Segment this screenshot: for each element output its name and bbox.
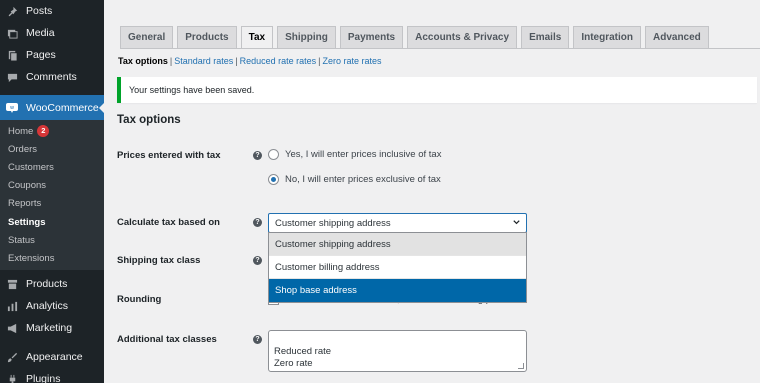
submenu-item-status[interactable]: Status [8,233,35,247]
field-label-calculate-based-on: Calculate tax based on [117,217,220,228]
menu-label: Appearance [26,351,83,363]
option-customer-shipping-address[interactable]: Customer shipping address [269,233,526,256]
menu-item-products[interactable]: Products [0,273,104,295]
bar-chart-icon [6,300,18,312]
svg-text:w: w [10,105,14,111]
radio-button[interactable] [268,149,279,160]
submenu-label: Home [8,125,34,137]
radio-label: No, I will enter prices exclusive of tax [285,174,441,185]
tab-shipping[interactable]: Shipping [277,26,336,48]
help-icon[interactable]: ? [253,151,262,160]
submenu-item-extensions[interactable]: Extensions [8,251,54,265]
menu-label: Marketing [26,322,73,334]
settings-main: General Products Tax Shipping Payments A… [104,0,760,383]
plugin-icon [6,373,18,383]
subnav-separator: | [318,56,321,66]
subnav-link-standard-rates[interactable]: Standard rates [174,56,233,66]
brush-icon [6,351,18,363]
tab-payments[interactable]: Payments [339,26,404,48]
subnav-separator: | [169,56,173,66]
field-label-prices-entered: Prices entered with tax [117,150,221,161]
menu-label: Products [26,278,68,290]
subnav-current: Tax options [118,56,168,66]
woo-icon: w [6,102,18,114]
woocommerce-submenu: Home 2 Orders Customers Coupons Reports … [0,120,104,270]
submenu-item-reports[interactable]: Reports [8,196,41,210]
menu-item-marketing[interactable]: Marketing [0,317,104,339]
menu-label: Media [26,27,55,39]
media-icon [6,27,18,39]
menu-item-pages[interactable]: Pages [0,44,104,66]
pin-icon [6,5,18,17]
tab-tax[interactable]: Tax [240,26,274,48]
field-label-rounding: Rounding [117,294,162,305]
additional-tax-classes-textarea[interactable]: Reduced rate Zero rate [268,330,527,372]
tab-accounts-privacy[interactable]: Accounts & Privacy [407,26,518,48]
textarea-value: Reduced rate Zero rate [274,346,332,369]
tab-general[interactable]: General [120,26,174,48]
option-customer-billing-address[interactable]: Customer billing address [269,256,526,279]
menu-label: Comments [26,71,77,83]
tab-products[interactable]: Products [177,26,237,48]
submenu-item-customers[interactable]: Customers [8,160,54,174]
resize-handle-icon[interactable] [518,363,524,369]
calculate-based-on-dropdown: Customer shipping address Customer billi… [268,232,527,303]
menu-label: Posts [26,5,53,17]
tab-advanced[interactable]: Advanced [644,26,709,48]
radio-option-inclusive[interactable]: Yes, I will enter prices inclusive of ta… [268,149,441,160]
menu-label: Pages [26,49,56,61]
tabs-divider [120,48,760,49]
radio-option-exclusive[interactable]: No, I will enter prices exclusive of tax [268,174,441,185]
tab-integration[interactable]: Integration [573,26,641,48]
subnav-link-zero-rate-rates[interactable]: Zero rate rates [322,56,381,66]
tab-emails[interactable]: Emails [521,26,570,48]
menu-item-appearance[interactable]: Appearance [0,346,104,368]
radio-label: Yes, I will enter prices inclusive of ta… [285,149,442,160]
megaphone-icon [6,322,18,334]
admin-sidebar: Posts Media Pages Comments w WooCommerce… [0,0,104,383]
submenu-item-settings[interactable]: Settings [8,215,45,229]
menu-label: Analytics [26,300,69,312]
menu-item-analytics[interactable]: Analytics [0,295,104,317]
menu-item-plugins[interactable]: Plugins [0,368,104,383]
menu-label: Plugins [26,373,61,383]
field-label-additional-tax-classes: Additional tax classes [117,334,217,345]
submenu-item-orders[interactable]: Orders [8,142,37,156]
submenu-item-home[interactable]: Home 2 [8,124,50,138]
menu-item-woocommerce[interactable]: w WooCommerce [0,95,104,120]
radio-button-checked[interactable] [268,174,279,185]
chevron-down-icon [512,218,521,229]
option-shop-base-address[interactable]: Shop base address [269,279,526,302]
subnav-separator: | [235,56,238,66]
comments-icon [6,71,18,83]
help-icon[interactable]: ? [253,335,262,344]
select-value: Customer shipping address [275,217,391,229]
help-icon[interactable]: ? [253,218,262,227]
section-title: Tax options [117,114,181,126]
success-notice: Your settings have been saved. [117,77,757,103]
menu-item-comments[interactable]: Comments [0,66,104,88]
help-icon[interactable]: ? [253,256,262,265]
archive-icon [6,278,18,290]
count-badge: 2 [37,125,50,137]
pages-icon [6,49,18,61]
menu-item-posts[interactable]: Posts [0,0,104,22]
calculate-based-on-select[interactable]: Customer shipping address [268,213,527,233]
settings-tabs: General Products Tax Shipping Payments A… [120,26,713,48]
submenu-item-coupons[interactable]: Coupons [8,178,46,192]
field-label-shipping-tax-class: Shipping tax class [117,255,201,266]
tax-subnav: Tax options | Standard rates | Reduced r… [118,56,382,66]
subnav-link-reduced-rate-rates[interactable]: Reduced rate rates [240,56,317,66]
menu-label: WooCommerce [26,101,99,114]
menu-item-media[interactable]: Media [0,22,104,44]
